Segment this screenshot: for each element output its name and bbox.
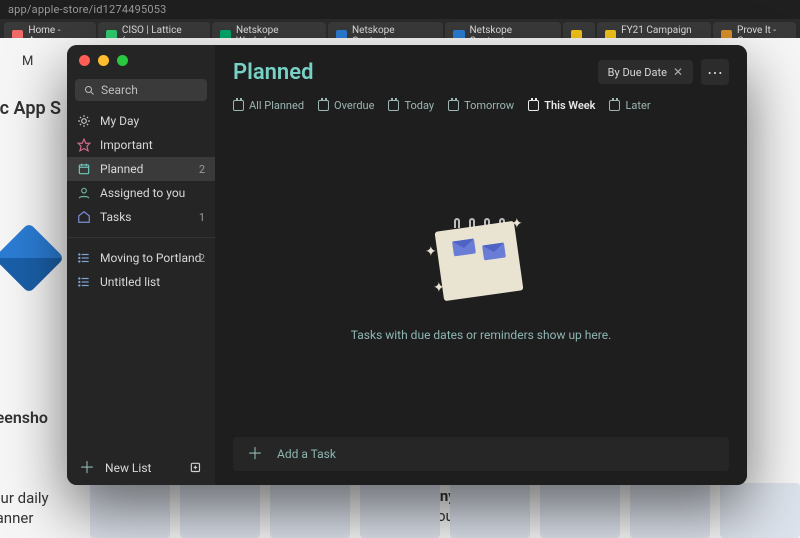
- sidebar-item-label: Tasks: [100, 210, 132, 224]
- sidebar-divider: [67, 237, 215, 238]
- close-dot-icon[interactable]: [79, 55, 90, 66]
- search-input[interactable]: Search: [75, 79, 207, 101]
- calendar-icon: [233, 100, 244, 111]
- filter-this-week[interactable]: This Week: [528, 99, 595, 112]
- bg-text-screenshots: reensho: [0, 408, 48, 427]
- list-icon: [77, 275, 91, 289]
- filter-label: Overdue: [334, 99, 374, 112]
- sidebar-item-my-day[interactable]: My Day: [67, 109, 215, 133]
- new-list-label: New List: [105, 461, 151, 475]
- more-options-button[interactable]: ⋯: [701, 59, 729, 85]
- calendar-icon: [528, 100, 539, 111]
- empty-state-text: Tasks with due dates or reminders show u…: [351, 328, 611, 342]
- date-filter-tabs: All Planned Overdue Today Tomorrow This …: [233, 99, 729, 112]
- search-icon: [83, 84, 95, 96]
- sidebar-item-assigned-to-you[interactable]: Assigned to you: [67, 181, 215, 205]
- list-icon: [77, 251, 91, 265]
- sidebar-list-untitled-list[interactable]: Untitled list: [67, 270, 215, 294]
- filter-today[interactable]: Today: [388, 99, 434, 112]
- sort-label: By Due Date: [608, 66, 667, 79]
- sort-button[interactable]: By Due Date ✕: [598, 60, 693, 84]
- sidebar-item-label: My Day: [100, 114, 139, 128]
- sidebar-item-label: Moving to Portland: [100, 251, 201, 265]
- bg-app-logo: [0, 223, 64, 294]
- new-list-button[interactable]: ＋ New List: [67, 451, 215, 485]
- smart-lists: My Day Important Planned 2 Assigned to y…: [67, 109, 215, 229]
- filter-overdue[interactable]: Overdue: [318, 99, 374, 112]
- filter-label: Later: [625, 99, 650, 112]
- filter-label: This Week: [544, 99, 595, 112]
- sidebar-item-label: Untitled list: [100, 275, 160, 289]
- mac-menu-letter: M: [22, 54, 33, 69]
- add-task-input[interactable]: ＋ Add a Task: [233, 437, 729, 471]
- filter-label: All Planned: [249, 99, 304, 112]
- ellipsis-icon: ⋯: [707, 63, 723, 82]
- main-pane: Planned By Due Date ✕ ⋯ All Planned Over…: [215, 45, 747, 485]
- calendar-illustration-icon: ✦ ✦✦: [421, 208, 541, 308]
- bg-text-app-store: ac App S: [0, 98, 61, 119]
- close-icon[interactable]: ✕: [673, 65, 683, 79]
- calendar-icon: [609, 100, 620, 111]
- star-icon: [77, 138, 91, 152]
- window-traffic-lights[interactable]: [79, 55, 128, 66]
- sidebar-item-count: 2: [199, 252, 205, 265]
- bg-screenshot-strip: [90, 483, 800, 538]
- new-group-icon[interactable]: [189, 461, 203, 475]
- sidebar: Search My Day Important Planned 2 Assign…: [67, 45, 215, 485]
- todo-app-window: Search My Day Important Planned 2 Assign…: [67, 45, 747, 485]
- filter-later[interactable]: Later: [609, 99, 650, 112]
- sidebar-item-important[interactable]: Important: [67, 133, 215, 157]
- page-title: Planned: [233, 60, 313, 85]
- filter-label: Tomorrow: [464, 99, 514, 112]
- minimize-dot-icon[interactable]: [98, 55, 109, 66]
- filter-tomorrow[interactable]: Tomorrow: [448, 99, 514, 112]
- add-task-label: Add a Task: [277, 447, 336, 461]
- calendar-icon: [388, 100, 399, 111]
- sidebar-item-label: Planned: [100, 162, 143, 176]
- home-icon: [77, 210, 91, 224]
- sidebar-item-label: Assigned to you: [100, 186, 185, 200]
- search-placeholder: Search: [101, 83, 138, 97]
- browser-url: app/apple-store/id1274495053: [0, 0, 800, 19]
- sidebar-item-tasks[interactable]: Tasks 1: [67, 205, 215, 229]
- sidebar-item-planned[interactable]: Planned 2: [67, 157, 215, 181]
- bg-text-daily-planner: our daily lanner: [0, 489, 49, 528]
- sidebar-item-label: Important: [100, 138, 153, 152]
- title-row: Planned By Due Date ✕ ⋯: [233, 59, 729, 85]
- zoom-dot-icon[interactable]: [117, 55, 128, 66]
- empty-state: ✦ ✦✦ Tasks with due dates or reminders s…: [233, 112, 729, 437]
- filter-all-planned[interactable]: All Planned: [233, 99, 304, 112]
- filter-label: Today: [404, 99, 434, 112]
- person-icon: [77, 186, 91, 200]
- calendar-icon: [77, 162, 91, 176]
- calendar-icon: [318, 100, 329, 111]
- sidebar-item-count: 1: [199, 211, 205, 224]
- user-lists: Moving to Portland 2 Untitled list: [67, 246, 215, 294]
- sidebar-item-count: 2: [199, 163, 205, 176]
- calendar-icon: [448, 100, 459, 111]
- sun-icon: [77, 114, 91, 128]
- sidebar-list-moving-to-portland[interactable]: Moving to Portland 2: [67, 246, 215, 270]
